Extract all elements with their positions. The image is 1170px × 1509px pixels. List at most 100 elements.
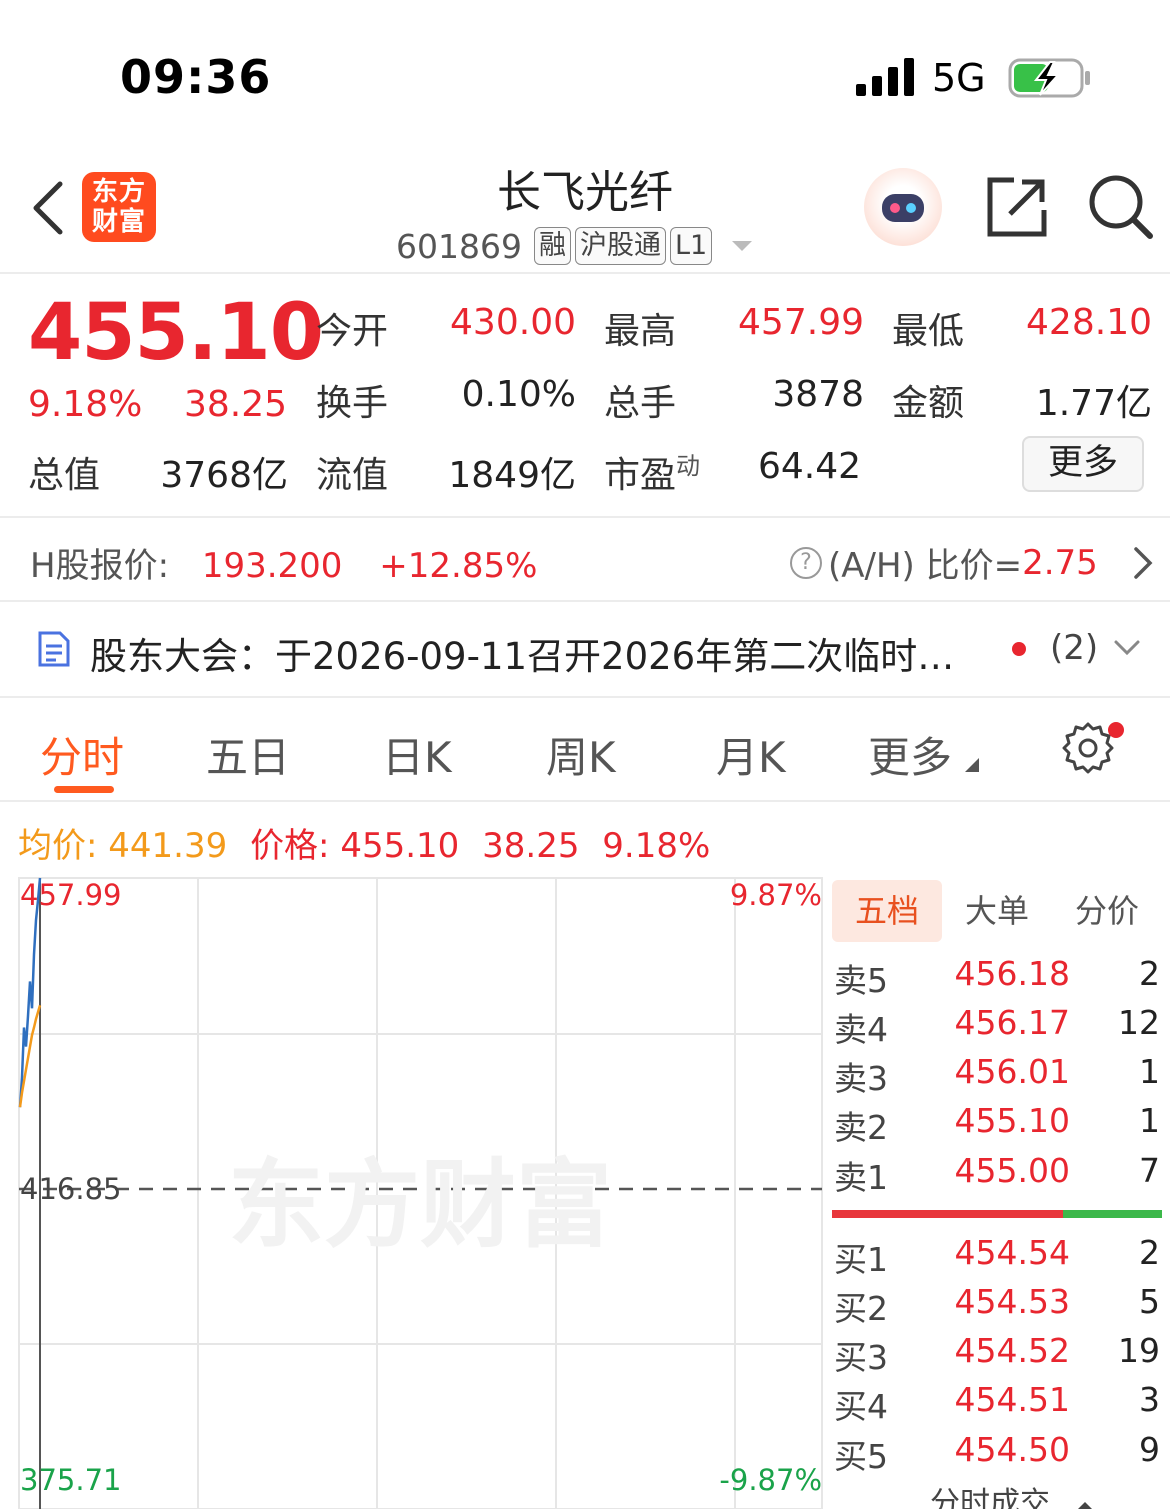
h-share-row[interactable]: H股报价: 193.200 +12.85% <box>30 538 537 587</box>
signal-icon <box>856 58 914 96</box>
tab-weekly-k[interactable]: 周K <box>546 724 616 785</box>
change-percent: 9.18% <box>28 384 143 425</box>
bid-volume: 3 <box>1139 1380 1160 1419</box>
price-value: 455.10 <box>340 826 460 866</box>
h-share-label: H股报价: <box>30 546 170 586</box>
chevron-down-icon[interactable] <box>1112 638 1142 658</box>
search-icon[interactable] <box>1086 172 1156 242</box>
caret-up-icon <box>1077 1502 1092 1509</box>
corner-triangle-icon <box>965 758 980 772</box>
share-icon[interactable] <box>984 174 1050 240</box>
chevron-right-icon <box>1134 546 1153 579</box>
shareholder-meeting-notice[interactable]: 股东大会：于2026-09-11召开2026年第二次临时… <box>90 626 954 680</box>
h-share-change: +12.85% <box>379 546 538 586</box>
ah-ratio-value: 2.75 <box>1022 542 1098 583</box>
divider <box>0 272 1170 274</box>
margin-tag: 融 <box>533 227 571 265</box>
ask-price: 455.00 <box>954 1151 1070 1190</box>
bid-label: 买5 <box>834 1437 888 1476</box>
bid-row: 买3 454.52 19 <box>834 1331 1164 1380</box>
connect-tag: 沪股通 <box>574 227 666 265</box>
ask-price: 456.18 <box>954 954 1070 993</box>
ah-ratio-label: (A/H) 比价= <box>828 546 1023 586</box>
turnover-value: 0.10% <box>461 374 576 415</box>
document-icon <box>38 631 70 667</box>
ask-label: 卖5 <box>834 961 888 1000</box>
ask-volume: 1 <box>1139 1052 1160 1091</box>
tab-price-distribution[interactable]: 分价 <box>1052 880 1162 942</box>
y-label-top: 457.99 <box>20 878 121 912</box>
float-cap-value: 1849亿 <box>448 455 576 496</box>
pe-label-sup: 动 <box>676 452 701 480</box>
help-icon[interactable]: ? <box>790 546 822 579</box>
pe-label-text: 市盈 <box>604 455 677 496</box>
y-label-right-top: 9.87% <box>730 878 822 912</box>
bid-price: 454.52 <box>954 1331 1070 1370</box>
bid-volume: 19 <box>1118 1331 1160 1370</box>
buy-ratio-fill <box>1063 1210 1162 1218</box>
tick-trades-label: 分时成交 <box>930 1486 1050 1509</box>
market-cap-value: 3768亿 <box>160 455 288 496</box>
price-line <box>18 877 42 1108</box>
market-cap-label: 总值 <box>28 455 101 496</box>
ask-price: 455.10 <box>954 1101 1070 1140</box>
more-quote-button[interactable]: 更多 <box>1022 436 1144 492</box>
bid-price: 454.53 <box>954 1282 1070 1321</box>
ask-volume: 7 <box>1139 1151 1160 1190</box>
tab-five-day[interactable]: 五日 <box>206 724 290 785</box>
y-label-bottom: 375.71 <box>20 1463 121 1497</box>
divider <box>0 516 1170 518</box>
bid-row: 买5 454.50 9 <box>834 1430 1164 1479</box>
ask-row: 卖4 456.17 12 <box>834 1003 1164 1052</box>
buy-sell-ratio-bar <box>832 1210 1162 1218</box>
intraday-chart[interactable]: 东方财富 457.99 416.85 375.71 9.87% -9.87% <box>0 868 828 1509</box>
tab-monthly-k[interactable]: 月K <box>716 724 786 785</box>
ask-label: 卖2 <box>834 1108 888 1147</box>
current-price: 455.10 <box>28 288 324 378</box>
stock-code: 601869 <box>396 226 522 266</box>
robot-face-icon <box>882 194 924 222</box>
pe-value: 64.42 <box>758 446 862 487</box>
tab-more-label: 更多 <box>868 733 953 782</box>
bid-row: 买4 454.51 3 <box>834 1380 1164 1429</box>
bid-label: 买3 <box>834 1338 888 1377</box>
settings-badge-dot <box>1108 722 1124 738</box>
price-label: 价格: <box>250 826 330 866</box>
sell-ratio-fill <box>832 1210 1063 1218</box>
tab-five-levels[interactable]: 五档 <box>832 880 942 942</box>
y-label-mid: 416.85 <box>20 1172 121 1206</box>
open-value: 430.00 <box>450 302 576 343</box>
ai-assistant-avatar-icon[interactable] <box>864 168 942 246</box>
tick-trades-button[interactable]: 分时成交 <box>930 1478 1096 1509</box>
ask-volume: 1 <box>1139 1101 1160 1140</box>
stock-code-row[interactable]: 601869 融 沪股通 L1 <box>396 224 753 268</box>
ask-row: 卖2 455.10 1 <box>834 1101 1164 1150</box>
change-amount: 38.25 <box>184 384 288 425</box>
y-label-right-bottom: -9.87% <box>719 1463 822 1497</box>
bid-label: 买1 <box>834 1240 888 1279</box>
volume-label: 总手 <box>604 383 677 424</box>
tab-daily-k[interactable]: 日K <box>382 724 452 785</box>
pe-label: 市盈动 <box>604 446 700 498</box>
ask-volume: 12 <box>1118 1003 1160 1042</box>
chart-watermark: 东方财富 <box>228 1149 612 1261</box>
unread-dot <box>1012 642 1026 656</box>
bid-price: 454.54 <box>954 1233 1070 1272</box>
float-cap-label: 流值 <box>316 455 389 496</box>
active-tab-indicator <box>54 786 114 793</box>
h-share-price: 193.200 <box>201 546 343 586</box>
volume-value: 3878 <box>772 374 864 415</box>
ah-ratio-row[interactable]: ? (A/H) 比价= 2.75 <box>790 538 1158 587</box>
network-type: 5G <box>932 56 986 100</box>
dropdown-arrow-icon <box>732 241 753 251</box>
chart-info-line: 均价: 441.39 价格: 455.10 38.25 9.18% <box>18 818 710 867</box>
divider <box>0 800 1170 802</box>
ask-price: 456.17 <box>954 1003 1070 1042</box>
bid-price: 454.51 <box>954 1380 1070 1419</box>
tab-intraday[interactable]: 分时 <box>40 724 124 785</box>
avg-value: 441.39 <box>108 826 228 866</box>
gear-icon[interactable] <box>1062 722 1114 774</box>
tab-more[interactable]: 更多 <box>868 724 980 785</box>
tab-large-orders[interactable]: 大单 <box>942 880 1052 942</box>
divider <box>0 696 1170 698</box>
